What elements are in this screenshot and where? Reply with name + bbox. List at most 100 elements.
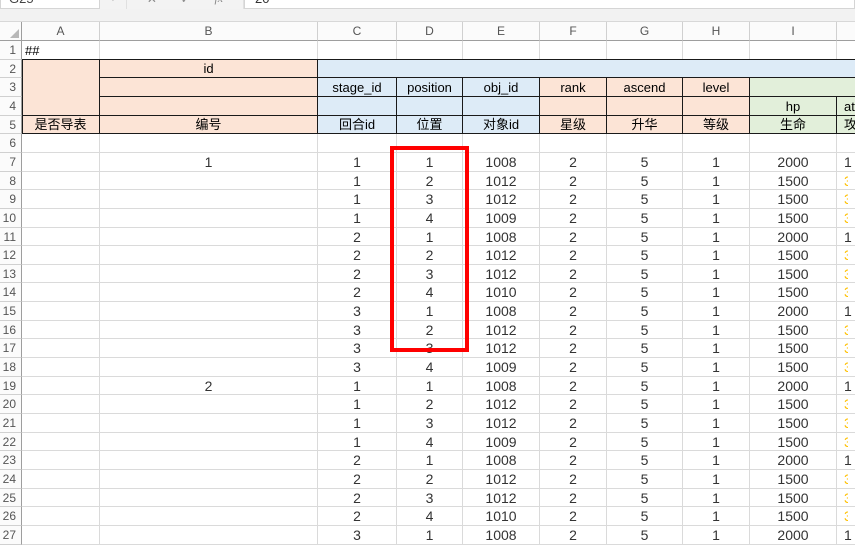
cell-J6[interactable] bbox=[837, 134, 855, 153]
cell-J11[interactable]: 1 bbox=[837, 228, 855, 246]
cell-A9[interactable] bbox=[22, 190, 100, 209]
cell-F14[interactable]: 2 bbox=[540, 283, 607, 302]
cell-F9[interactable]: 2 bbox=[540, 190, 607, 209]
cell-J19[interactable]: 1 bbox=[837, 377, 855, 395]
cell-G22[interactable]: 5 bbox=[607, 433, 683, 451]
formula-input[interactable]: 20 bbox=[244, 0, 855, 9]
cell-F17[interactable]: 2 bbox=[540, 339, 607, 358]
row-header-17[interactable]: 17 bbox=[0, 339, 22, 358]
cell-I17[interactable]: 1500 bbox=[750, 339, 837, 358]
cell-F1[interactable] bbox=[540, 41, 607, 60]
cell-B14[interactable] bbox=[100, 283, 318, 302]
cell-B8[interactable] bbox=[100, 172, 318, 190]
cell-F25[interactable]: 2 bbox=[540, 489, 607, 507]
cell-G14[interactable]: 5 bbox=[607, 283, 683, 302]
row-header-9[interactable]: 9 bbox=[0, 190, 22, 209]
cell-E12[interactable]: 1012 bbox=[463, 246, 540, 265]
cell-J24[interactable]: 3 bbox=[837, 470, 855, 489]
cell-E25[interactable]: 1012 bbox=[463, 489, 540, 507]
select-all-corner[interactable] bbox=[0, 22, 22, 41]
cell-D25[interactable]: 3 bbox=[397, 489, 463, 507]
column-header-A[interactable]: A bbox=[22, 22, 100, 41]
cell-J1[interactable] bbox=[837, 41, 855, 60]
cell-G21[interactable]: 5 bbox=[607, 414, 683, 433]
cell-C18[interactable]: 3 bbox=[318, 358, 397, 377]
cell-I25[interactable]: 1500 bbox=[750, 489, 837, 507]
cell-A13[interactable] bbox=[22, 265, 100, 283]
row-header-6[interactable]: 6 bbox=[0, 134, 22, 153]
header-cell-H4[interactable] bbox=[683, 97, 750, 116]
cell-D22[interactable]: 4 bbox=[397, 433, 463, 451]
cell-B17[interactable] bbox=[100, 339, 318, 358]
cell-J9[interactable]: 3 bbox=[837, 190, 855, 209]
header-cell-F5[interactable]: 星级 bbox=[540, 116, 607, 134]
cell-B12[interactable] bbox=[100, 246, 318, 265]
name-box[interactable]: G25 bbox=[0, 0, 100, 9]
cell-B13[interactable] bbox=[100, 265, 318, 283]
row-header-27[interactable]: 27 bbox=[0, 526, 22, 545]
cell-G17[interactable]: 5 bbox=[607, 339, 683, 358]
cell-F7[interactable]: 2 bbox=[540, 153, 607, 172]
cell-E10[interactable]: 1009 bbox=[463, 209, 540, 228]
cell-H25[interactable]: 1 bbox=[683, 489, 750, 507]
cell-C27[interactable]: 3 bbox=[318, 526, 397, 545]
header-cell-B2[interactable]: id bbox=[100, 60, 318, 78]
cell-E9[interactable]: 1012 bbox=[463, 190, 540, 209]
cell-I27[interactable]: 2000 bbox=[750, 526, 837, 545]
header-cell-F3[interactable]: rank bbox=[540, 78, 607, 97]
cell-G26[interactable]: 5 bbox=[607, 507, 683, 526]
cell-I1[interactable] bbox=[750, 41, 837, 60]
cell-I13[interactable]: 1500 bbox=[750, 265, 837, 283]
column-header-H[interactable]: H bbox=[683, 22, 750, 41]
cell-H17[interactable]: 1 bbox=[683, 339, 750, 358]
header-cell-I3[interactable] bbox=[750, 78, 855, 97]
cell-C12[interactable]: 2 bbox=[318, 246, 397, 265]
row-header-26[interactable]: 26 bbox=[0, 507, 22, 526]
header-cell-C5[interactable]: 回合id bbox=[318, 116, 397, 134]
cell-B16[interactable] bbox=[100, 321, 318, 339]
cell-B15[interactable] bbox=[100, 302, 318, 321]
cell-A12[interactable] bbox=[22, 246, 100, 265]
cell-F27[interactable]: 2 bbox=[540, 526, 607, 545]
cell-D20[interactable]: 2 bbox=[397, 395, 463, 414]
cell-E17[interactable]: 1012 bbox=[463, 339, 540, 358]
cell-B11[interactable] bbox=[100, 228, 318, 246]
column-header-C[interactable]: C bbox=[318, 22, 397, 41]
cell-H11[interactable]: 1 bbox=[683, 228, 750, 246]
row-header-12[interactable]: 12 bbox=[0, 246, 22, 265]
cell-H15[interactable]: 1 bbox=[683, 302, 750, 321]
cell-G12[interactable]: 5 bbox=[607, 246, 683, 265]
name-box-dropdown-icon[interactable]: ▼ bbox=[100, 0, 126, 9]
cell-H19[interactable]: 1 bbox=[683, 377, 750, 395]
cell-I23[interactable]: 2000 bbox=[750, 451, 837, 470]
cell-F24[interactable]: 2 bbox=[540, 470, 607, 489]
cell-I26[interactable]: 1500 bbox=[750, 507, 837, 526]
cell-J22[interactable]: 3 bbox=[837, 433, 855, 451]
cell-I22[interactable]: 1500 bbox=[750, 433, 837, 451]
header-cell-H5[interactable]: 等级 bbox=[683, 116, 750, 134]
cell-J17[interactable]: 3 bbox=[837, 339, 855, 358]
cell-C21[interactable]: 1 bbox=[318, 414, 397, 433]
header-cell-C2[interactable] bbox=[318, 60, 855, 78]
cell-F13[interactable]: 2 bbox=[540, 265, 607, 283]
cell-C23[interactable]: 2 bbox=[318, 451, 397, 470]
cell-A23[interactable] bbox=[22, 451, 100, 470]
cell-I14[interactable]: 1500 bbox=[750, 283, 837, 302]
cell-C24[interactable]: 2 bbox=[318, 470, 397, 489]
cell-J7[interactable]: 1 bbox=[837, 153, 855, 172]
column-header-J[interactable] bbox=[837, 22, 855, 41]
header-cell-C3[interactable]: stage_id bbox=[318, 78, 397, 97]
cell-G23[interactable]: 5 bbox=[607, 451, 683, 470]
header-cell-D4[interactable] bbox=[397, 97, 463, 116]
cell-D27[interactable]: 1 bbox=[397, 526, 463, 545]
cell-B27[interactable] bbox=[100, 526, 318, 545]
cell-F22[interactable]: 2 bbox=[540, 433, 607, 451]
cell-F26[interactable]: 2 bbox=[540, 507, 607, 526]
cell-H20[interactable]: 1 bbox=[683, 395, 750, 414]
header-cell-E3[interactable]: obj_id bbox=[463, 78, 540, 97]
header-cell-E4[interactable] bbox=[463, 97, 540, 116]
row-header-20[interactable]: 20 bbox=[0, 395, 22, 414]
cell-J27[interactable]: 1 bbox=[837, 526, 855, 545]
cell-A26[interactable] bbox=[22, 507, 100, 526]
row-header-21[interactable]: 21 bbox=[0, 414, 22, 433]
